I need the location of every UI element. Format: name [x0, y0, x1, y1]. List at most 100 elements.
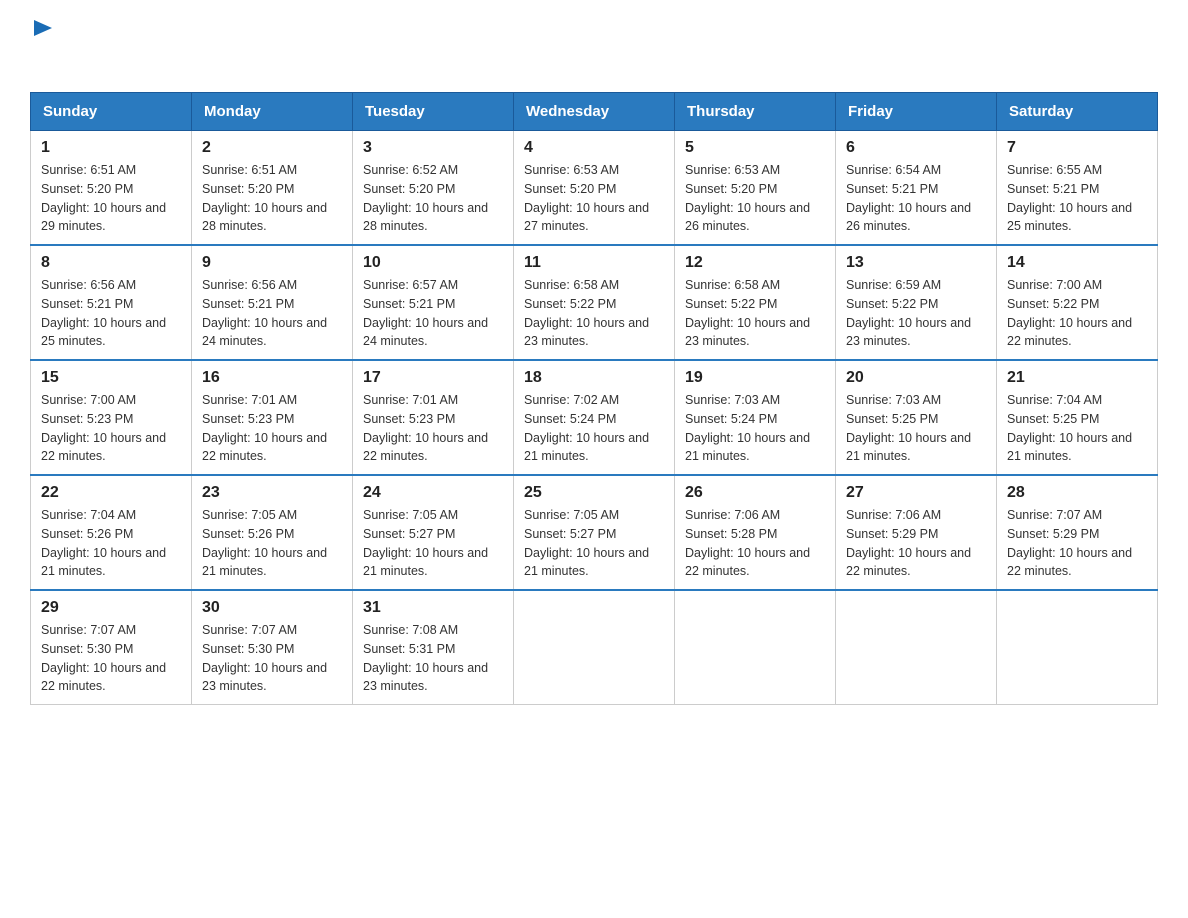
sunrise-label: Sunrise: 7:06 AM	[846, 508, 941, 522]
sunset-label: Sunset: 5:21 PM	[41, 297, 133, 311]
calendar-day-cell: 12 Sunrise: 6:58 AM Sunset: 5:22 PM Dayl…	[675, 245, 836, 360]
day-info: Sunrise: 6:59 AM Sunset: 5:22 PM Dayligh…	[846, 276, 986, 351]
sunset-label: Sunset: 5:24 PM	[524, 412, 616, 426]
day-info: Sunrise: 6:56 AM Sunset: 5:21 PM Dayligh…	[202, 276, 342, 351]
day-info: Sunrise: 7:00 AM Sunset: 5:23 PM Dayligh…	[41, 391, 181, 466]
sunrise-label: Sunrise: 7:00 AM	[41, 393, 136, 407]
day-info: Sunrise: 7:05 AM Sunset: 5:27 PM Dayligh…	[363, 506, 503, 581]
sunset-label: Sunset: 5:25 PM	[1007, 412, 1099, 426]
calendar-day-cell	[836, 590, 997, 705]
calendar-day-cell	[514, 590, 675, 705]
sunrise-label: Sunrise: 7:07 AM	[202, 623, 297, 637]
calendar-day-cell: 6 Sunrise: 6:54 AM Sunset: 5:21 PM Dayli…	[836, 131, 997, 246]
day-number: 2	[202, 139, 342, 157]
calendar-day-cell: 18 Sunrise: 7:02 AM Sunset: 5:24 PM Dayl…	[514, 360, 675, 475]
calendar-week-row: 22 Sunrise: 7:04 AM Sunset: 5:26 PM Dayl…	[31, 475, 1158, 590]
day-number: 11	[524, 254, 664, 272]
sunset-label: Sunset: 5:29 PM	[846, 527, 938, 541]
sunrise-label: Sunrise: 6:53 AM	[524, 163, 619, 177]
day-info: Sunrise: 7:04 AM Sunset: 5:26 PM Dayligh…	[41, 506, 181, 581]
day-info: Sunrise: 7:01 AM Sunset: 5:23 PM Dayligh…	[202, 391, 342, 466]
sunrise-label: Sunrise: 7:04 AM	[1007, 393, 1102, 407]
day-info: Sunrise: 7:01 AM Sunset: 5:23 PM Dayligh…	[363, 391, 503, 466]
calendar-day-cell: 14 Sunrise: 7:00 AM Sunset: 5:22 PM Dayl…	[997, 245, 1158, 360]
calendar-day-header: Saturday	[997, 93, 1158, 131]
calendar-day-cell: 29 Sunrise: 7:07 AM Sunset: 5:30 PM Dayl…	[31, 590, 192, 705]
day-info: Sunrise: 7:02 AM Sunset: 5:24 PM Dayligh…	[524, 391, 664, 466]
calendar-day-cell: 4 Sunrise: 6:53 AM Sunset: 5:20 PM Dayli…	[514, 131, 675, 246]
sunset-label: Sunset: 5:31 PM	[363, 642, 455, 656]
calendar-day-cell: 8 Sunrise: 6:56 AM Sunset: 5:21 PM Dayli…	[31, 245, 192, 360]
sunset-label: Sunset: 5:22 PM	[1007, 297, 1099, 311]
sunset-label: Sunset: 5:29 PM	[1007, 527, 1099, 541]
calendar-day-cell: 24 Sunrise: 7:05 AM Sunset: 5:27 PM Dayl…	[353, 475, 514, 590]
sunset-label: Sunset: 5:20 PM	[685, 182, 777, 196]
day-info: Sunrise: 7:05 AM Sunset: 5:26 PM Dayligh…	[202, 506, 342, 581]
calendar-day-cell: 9 Sunrise: 6:56 AM Sunset: 5:21 PM Dayli…	[192, 245, 353, 360]
calendar-day-header: Tuesday	[353, 93, 514, 131]
day-info: Sunrise: 7:03 AM Sunset: 5:25 PM Dayligh…	[846, 391, 986, 466]
page-header	[30, 20, 1158, 74]
day-number: 24	[363, 484, 503, 502]
sunrise-label: Sunrise: 6:51 AM	[202, 163, 297, 177]
day-info: Sunrise: 7:07 AM Sunset: 5:30 PM Dayligh…	[202, 621, 342, 696]
sunset-label: Sunset: 5:26 PM	[202, 527, 294, 541]
sunrise-label: Sunrise: 6:57 AM	[363, 278, 458, 292]
daylight-label: Daylight: 10 hours and 29 minutes.	[41, 201, 166, 234]
sunset-label: Sunset: 5:23 PM	[363, 412, 455, 426]
calendar-week-row: 1 Sunrise: 6:51 AM Sunset: 5:20 PM Dayli…	[31, 131, 1158, 246]
calendar-day-cell	[675, 590, 836, 705]
sunrise-label: Sunrise: 7:04 AM	[41, 508, 136, 522]
day-number: 31	[363, 599, 503, 617]
calendar-day-header: Thursday	[675, 93, 836, 131]
logo-arrow-icon	[32, 18, 54, 38]
day-info: Sunrise: 7:00 AM Sunset: 5:22 PM Dayligh…	[1007, 276, 1147, 351]
daylight-label: Daylight: 10 hours and 22 minutes.	[846, 546, 971, 579]
sunrise-label: Sunrise: 7:00 AM	[1007, 278, 1102, 292]
calendar-day-cell: 13 Sunrise: 6:59 AM Sunset: 5:22 PM Dayl…	[836, 245, 997, 360]
daylight-label: Daylight: 10 hours and 22 minutes.	[685, 546, 810, 579]
day-number: 16	[202, 369, 342, 387]
daylight-label: Daylight: 10 hours and 21 minutes.	[202, 546, 327, 579]
daylight-label: Daylight: 10 hours and 23 minutes.	[202, 661, 327, 694]
calendar-day-header: Wednesday	[514, 93, 675, 131]
daylight-label: Daylight: 10 hours and 27 minutes.	[524, 201, 649, 234]
calendar-day-cell: 1 Sunrise: 6:51 AM Sunset: 5:20 PM Dayli…	[31, 131, 192, 246]
day-info: Sunrise: 6:57 AM Sunset: 5:21 PM Dayligh…	[363, 276, 503, 351]
sunset-label: Sunset: 5:21 PM	[1007, 182, 1099, 196]
sunset-label: Sunset: 5:20 PM	[41, 182, 133, 196]
daylight-label: Daylight: 10 hours and 22 minutes.	[41, 431, 166, 464]
calendar-day-cell: 5 Sunrise: 6:53 AM Sunset: 5:20 PM Dayli…	[675, 131, 836, 246]
daylight-label: Daylight: 10 hours and 23 minutes.	[685, 316, 810, 349]
sunset-label: Sunset: 5:23 PM	[202, 412, 294, 426]
sunset-label: Sunset: 5:25 PM	[846, 412, 938, 426]
day-number: 26	[685, 484, 825, 502]
day-number: 6	[846, 139, 986, 157]
sunrise-label: Sunrise: 6:55 AM	[1007, 163, 1102, 177]
day-number: 29	[41, 599, 181, 617]
calendar-week-row: 29 Sunrise: 7:07 AM Sunset: 5:30 PM Dayl…	[31, 590, 1158, 705]
sunset-label: Sunset: 5:23 PM	[41, 412, 133, 426]
day-info: Sunrise: 6:52 AM Sunset: 5:20 PM Dayligh…	[363, 161, 503, 236]
sunrise-label: Sunrise: 6:56 AM	[202, 278, 297, 292]
day-number: 25	[524, 484, 664, 502]
sunset-label: Sunset: 5:22 PM	[846, 297, 938, 311]
sunrise-label: Sunrise: 7:05 AM	[524, 508, 619, 522]
sunset-label: Sunset: 5:20 PM	[524, 182, 616, 196]
calendar-day-cell: 10 Sunrise: 6:57 AM Sunset: 5:21 PM Dayl…	[353, 245, 514, 360]
daylight-label: Daylight: 10 hours and 26 minutes.	[685, 201, 810, 234]
daylight-label: Daylight: 10 hours and 25 minutes.	[41, 316, 166, 349]
calendar-day-cell: 19 Sunrise: 7:03 AM Sunset: 5:24 PM Dayl…	[675, 360, 836, 475]
calendar-day-cell: 25 Sunrise: 7:05 AM Sunset: 5:27 PM Dayl…	[514, 475, 675, 590]
calendar-day-cell	[997, 590, 1158, 705]
daylight-label: Daylight: 10 hours and 22 minutes.	[202, 431, 327, 464]
calendar-day-header: Friday	[836, 93, 997, 131]
day-number: 27	[846, 484, 986, 502]
calendar-day-cell: 15 Sunrise: 7:00 AM Sunset: 5:23 PM Dayl…	[31, 360, 192, 475]
daylight-label: Daylight: 10 hours and 22 minutes.	[1007, 316, 1132, 349]
day-info: Sunrise: 7:03 AM Sunset: 5:24 PM Dayligh…	[685, 391, 825, 466]
daylight-label: Daylight: 10 hours and 22 minutes.	[363, 431, 488, 464]
daylight-label: Daylight: 10 hours and 21 minutes.	[363, 546, 488, 579]
sunrise-label: Sunrise: 6:56 AM	[41, 278, 136, 292]
sunrise-label: Sunrise: 6:54 AM	[846, 163, 941, 177]
